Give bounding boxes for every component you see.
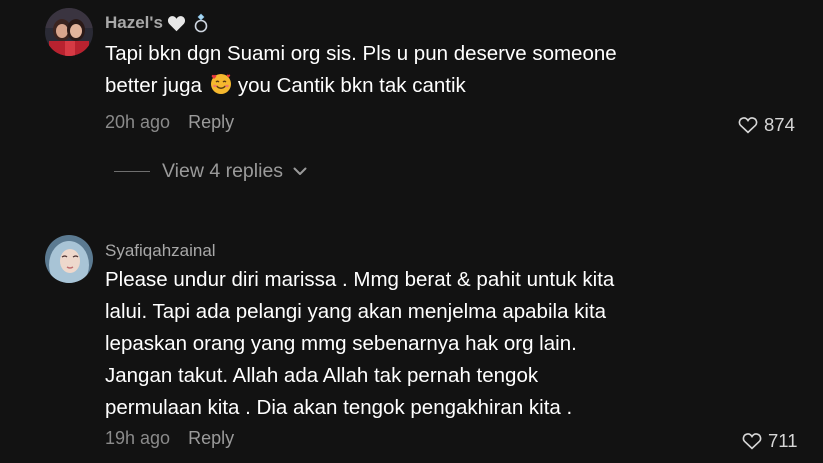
comment-meta: 20h ago Reply	[105, 112, 234, 133]
username[interactable]: Hazel's	[105, 13, 210, 33]
comment-text: Tapi bkn dgn Suami org sis. Pls u pun de…	[105, 38, 617, 102]
chevron-down-icon	[293, 167, 307, 175]
comment-line: permulaan kita . Dia akan tengok pengakh…	[105, 396, 573, 419]
avatar[interactable]	[45, 235, 93, 283]
view-replies-label: View 4 replies	[162, 160, 284, 182]
heart-outline-icon	[738, 117, 758, 134]
comment-line-part: better juga	[105, 74, 202, 97]
like-button[interactable]: 711	[742, 430, 798, 452]
avatar-image	[45, 8, 93, 56]
heart-outline-icon	[742, 433, 762, 450]
ring-icon	[194, 13, 208, 33]
view-replies-button[interactable]: View 4 replies	[114, 160, 307, 183]
comment-line: better juga you Cantik bkn tak cantik	[105, 70, 617, 102]
like-count: 711	[768, 430, 798, 451]
timestamp: 19h ago	[105, 428, 171, 448]
comment-line: Please undur diri marissa . Mmg berat & …	[105, 268, 615, 291]
comment-meta: 19h ago Reply	[105, 428, 234, 449]
comment-item: Syafiqahzainal Please undur diri marissa…	[0, 225, 823, 463]
divider	[114, 170, 150, 173]
comment-item: Hazel's Tapi bkn dgn Suami org sis. Pls …	[0, 0, 823, 200]
reply-button[interactable]: Reply	[188, 428, 234, 449]
white-heart-icon	[167, 15, 185, 31]
comment-text: Please undur diri marissa . Mmg berat & …	[105, 264, 614, 424]
username-text: Hazel's	[105, 13, 163, 32]
like-button[interactable]: 874	[738, 114, 795, 136]
comment-line: lepaskan orang yang mmg sebenarnya hak o…	[105, 332, 577, 355]
username[interactable]: Syafiqahzainal	[105, 241, 216, 261]
comment-line: Jangan takut. Allah ada Allah tak pernah…	[105, 364, 539, 387]
like-count: 874	[764, 114, 795, 135]
timestamp: 20h ago	[105, 112, 171, 132]
avatar-image	[45, 235, 93, 283]
comment-line: lalui. Tapi ada pelangi yang akan menjel…	[105, 300, 607, 323]
username-text: Syafiqahzainal	[105, 241, 216, 260]
reply-button[interactable]: Reply	[188, 112, 234, 133]
comment-line-part: you Cantik bkn tak cantik	[237, 74, 466, 97]
avatar[interactable]	[45, 8, 93, 56]
comment-line: Tapi bkn dgn Suami org sis. Pls u pun de…	[105, 42, 617, 65]
smiling-face-with-hearts-icon	[210, 73, 232, 95]
